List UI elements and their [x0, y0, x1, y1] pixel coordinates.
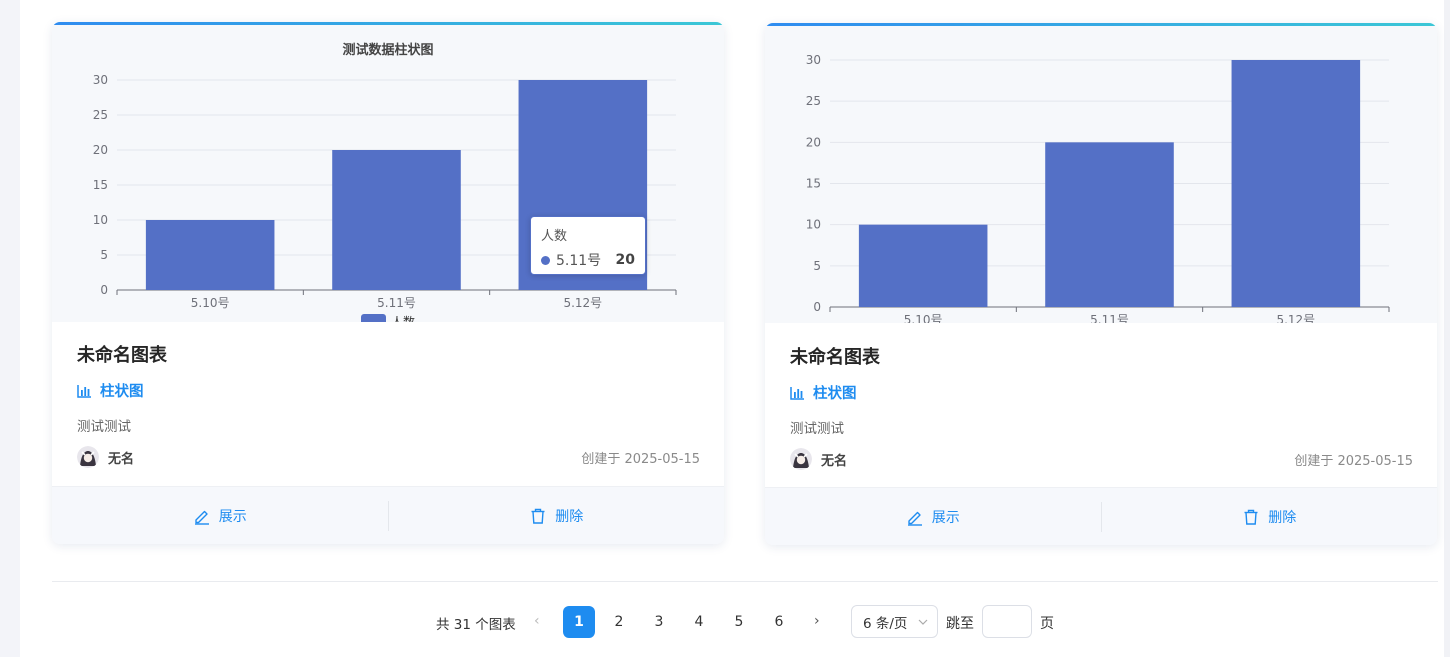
jump-page-input[interactable]: [982, 605, 1032, 638]
bar-chart[interactable]: 0 5 10 15 20 25 30 5.10号 5.11号 5.12号: [765, 26, 1437, 323]
card-description: 测试测试: [77, 419, 131, 435]
tooltip-title: 人数: [541, 229, 568, 244]
created-date: 创建于 2025-05-15: [581, 451, 700, 467]
card-title: 未命名图表: [790, 347, 880, 368]
chevron-down-icon: [918, 619, 928, 625]
show-button[interactable]: 展示: [52, 487, 388, 544]
pagination: 共 31 个图表 ‹ 1 2 3 4 5 6 › 6 条/页 跳至 页: [0, 605, 1450, 639]
delete-button[interactable]: 删除: [1102, 488, 1438, 545]
show-label: 展示: [218, 508, 247, 525]
avatar: [790, 448, 812, 470]
trash-icon: [1244, 509, 1258, 525]
y-tick-label: 5: [100, 248, 108, 262]
chart-type-label: 柱状图: [100, 384, 144, 400]
author-name: 无名: [108, 451, 135, 467]
jump-label: 跳至: [946, 616, 974, 632]
chart-type: 柱状图: [790, 382, 857, 403]
bar: [145, 220, 275, 290]
y-tick-label: 0: [813, 300, 821, 314]
y-tick-label: 30: [93, 73, 108, 87]
trash-icon: [531, 508, 545, 524]
page-1[interactable]: 1: [563, 606, 595, 638]
left-panel-edge: [0, 0, 20, 657]
pagination-total: 共 31 个图表: [436, 617, 516, 633]
section-divider: [52, 581, 1438, 582]
x-tick-label: 5.12号: [563, 296, 602, 310]
bar-chart-icon: [77, 384, 91, 398]
y-tick-label: 20: [93, 143, 108, 157]
chart-title: 测试数据柱状图: [342, 42, 433, 58]
bar-chart[interactable]: 测试数据柱状图0510152025305.10号 5.11号 5.12号人数: [52, 25, 724, 322]
page-6[interactable]: 6: [763, 606, 795, 638]
chart-card: 测试数据柱状图 0 5 10 15 20 25 30 5.10号 5.11号 5.12号 人数 人数 …: [52, 22, 724, 544]
page-size-value: 6 条/页: [863, 615, 908, 632]
edit-icon: [907, 511, 922, 526]
card-meta: 无名 创建于 2025-05-15: [790, 448, 1413, 470]
bar: [1045, 142, 1174, 307]
x-tick-label: 5.12号: [1276, 313, 1315, 323]
page-2[interactable]: 2: [603, 606, 635, 638]
y-tick-label: 25: [806, 94, 821, 108]
chart-type-label: 柱状图: [813, 386, 857, 402]
show-button[interactable]: 展示: [765, 488, 1101, 545]
delete-label: 删除: [555, 508, 584, 525]
page-5[interactable]: 5: [723, 606, 755, 638]
y-tick-label: 15: [806, 177, 821, 191]
show-label: 展示: [931, 509, 960, 526]
legend-swatch: [361, 314, 386, 322]
author-name: 无名: [821, 453, 848, 469]
author: 无名: [790, 448, 847, 470]
card-title: 未命名图表: [77, 345, 167, 366]
card-actions: 展示 删除: [52, 486, 724, 544]
page-size-select[interactable]: 6 条/页: [851, 605, 938, 638]
y-tick-label: 20: [806, 135, 821, 149]
y-tick-label: 10: [806, 218, 821, 232]
y-tick-label: 30: [806, 53, 821, 67]
card-description: 测试测试: [790, 421, 844, 437]
legend-label: 人数: [391, 314, 415, 322]
bar: [1231, 60, 1361, 307]
y-tick-label: 15: [93, 178, 108, 192]
page-3[interactable]: 3: [643, 606, 675, 638]
delete-button[interactable]: 删除: [389, 487, 725, 544]
created-date: 创建于 2025-05-15: [1294, 453, 1413, 469]
avatar: [77, 446, 99, 468]
y-tick-label: 10: [93, 213, 108, 227]
scrollbar-track[interactable]: [1444, 0, 1450, 657]
prev-page-icon[interactable]: ‹: [534, 613, 540, 629]
y-tick-label: 0: [100, 283, 108, 297]
bar: [332, 150, 461, 290]
delete-label: 删除: [1268, 509, 1297, 526]
y-tick-label: 5: [813, 259, 821, 273]
chart-tooltip: 人数 5.11号 20: [530, 216, 646, 275]
edit-icon: [194, 510, 209, 525]
chart-preview[interactable]: 0 5 10 15 20 25 30 5.10号 5.11号 5.12号: [765, 26, 1437, 323]
x-tick-label: 5.10号: [191, 296, 230, 310]
tooltip-category: 5.11号: [556, 253, 602, 269]
x-tick-label: 5.11号: [377, 296, 416, 310]
page-unit-label: 页: [1040, 616, 1054, 632]
bar: [858, 224, 988, 307]
card-meta: 无名 创建于 2025-05-15: [77, 446, 700, 468]
chart-type: 柱状图: [77, 380, 144, 401]
tooltip-series-dot: [541, 255, 550, 265]
author: 无名: [77, 446, 134, 468]
next-page-icon[interactable]: ›: [814, 613, 820, 629]
x-tick-label: 5.11号: [1090, 313, 1129, 323]
x-tick-label: 5.10号: [904, 313, 943, 323]
page-4[interactable]: 4: [683, 606, 715, 638]
card-actions: 展示 删除: [765, 487, 1437, 545]
chart-card: 0 5 10 15 20 25 30 5.10号 5.11号 5.12号 未命名图表 柱状图 测试…: [765, 23, 1437, 545]
chart-preview[interactable]: 测试数据柱状图 0 5 10 15 20 25 30 5.10号 5.11号 5.12号 人数 人数 …: [52, 25, 724, 322]
y-tick-label: 25: [93, 108, 108, 122]
bar-chart-icon: [790, 386, 804, 400]
tooltip-value: 20: [615, 252, 635, 268]
